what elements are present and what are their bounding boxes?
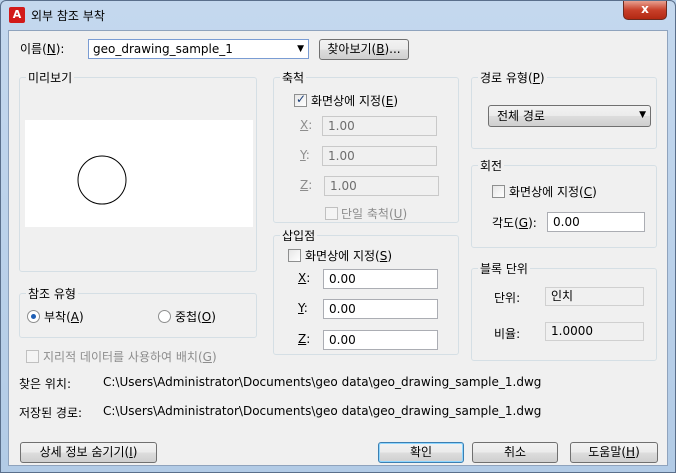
rotation-group: 회전 화면상에 지정(C) 각도(G): 0.00 bbox=[471, 157, 657, 248]
saved-path-label: 저장된 경로: bbox=[19, 406, 83, 420]
insertion-y-label: Y: bbox=[298, 301, 308, 315]
scale-group: 축척 ✓ 화면상에 지정(E) X: 1.00 Y: 1.00 Z: 1.00 … bbox=[273, 69, 459, 223]
rotation-angle-input[interactable]: 0.00 bbox=[547, 212, 645, 232]
scale-y-input[interactable]: 1.00 bbox=[322, 146, 437, 166]
scale-specify-checkbox[interactable]: ✓ bbox=[294, 92, 307, 107]
help-button[interactable]: 도움말(H) bbox=[570, 442, 658, 463]
close-icon: x bbox=[641, 2, 649, 16]
attach-radio[interactable] bbox=[27, 310, 40, 323]
chevron-down-icon: ▼ bbox=[297, 44, 304, 54]
scale-x-input[interactable]: 1.00 bbox=[322, 116, 437, 136]
preview-canvas bbox=[25, 120, 253, 227]
block-unit-title: 블록 단위 bbox=[478, 260, 530, 277]
scale-x-label: X: bbox=[300, 118, 313, 132]
name-dropdown[interactable]: geo_drawing_sample_1 ▼ bbox=[88, 39, 309, 59]
hide-details-button[interactable]: 상세 정보 숨기기(I) bbox=[20, 442, 157, 463]
name-dropdown-value: geo_drawing_sample_1 bbox=[93, 42, 233, 56]
insertion-x-input[interactable]: 0.00 bbox=[323, 269, 438, 289]
autocad-logo-icon: A bbox=[9, 7, 25, 23]
found-in-value: C:\Users\Administrator\Documents\geo dat… bbox=[103, 375, 542, 389]
insertion-specify-checkbox[interactable] bbox=[288, 249, 301, 262]
overlay-radio-label[interactable]: 중첩(O) bbox=[175, 308, 216, 325]
factor-value: 1.0000 bbox=[545, 322, 644, 341]
dialog-window: A 외부 참조 부착 x 이름(N): geo_drawing_sample_1… bbox=[0, 0, 676, 473]
chevron-down-icon: ▼ bbox=[639, 110, 646, 120]
block-unit-group: 블록 단위 단위: 인치 비율: 1.0000 bbox=[471, 260, 657, 361]
geo-data-checkbox[interactable] bbox=[26, 350, 39, 363]
preview-drawing bbox=[77, 155, 127, 205]
path-type-title: 경로 유형(P) bbox=[478, 69, 547, 86]
unit-value: 인치 bbox=[545, 287, 644, 306]
uniform-scale-label[interactable]: 단일 축척(U) bbox=[341, 205, 407, 222]
browse-button[interactable]: 찾아보기(B)... bbox=[319, 39, 409, 60]
insertion-z-input[interactable]: 0.00 bbox=[323, 330, 438, 350]
insertion-specify-label[interactable]: 화면상에 지정(S) bbox=[305, 247, 392, 264]
insertion-x-label: X: bbox=[298, 271, 311, 285]
scale-y-label: Y: bbox=[300, 148, 310, 162]
path-type-dropdown[interactable]: 전체 경로 ▼ bbox=[488, 105, 651, 127]
insertion-point-title: 삽입점 bbox=[280, 227, 318, 244]
geo-data-label[interactable]: 지리적 데이터를 사용하여 배치(G) bbox=[43, 348, 217, 365]
rotation-specify-checkbox[interactable] bbox=[492, 185, 505, 198]
insertion-point-group: 삽입점 화면상에 지정(S) X: 0.00 Y: 0.00 Z: 0.00 bbox=[273, 227, 459, 355]
cancel-button[interactable]: 취소 bbox=[472, 442, 558, 463]
attach-radio-label[interactable]: 부착(A) bbox=[44, 308, 84, 325]
name-label: 이름(N): bbox=[20, 42, 65, 56]
dialog-client: 이름(N): geo_drawing_sample_1 ▼ 찾아보기(B)...… bbox=[8, 30, 668, 466]
scale-z-label: Z: bbox=[300, 178, 313, 192]
found-in-label: 찾은 위치: bbox=[19, 377, 72, 391]
ok-button[interactable]: 확인 bbox=[378, 442, 464, 463]
checkmark-icon: ✓ bbox=[296, 92, 307, 106]
close-button[interactable]: x bbox=[623, 1, 667, 20]
preview-title: 미리보기 bbox=[26, 69, 75, 86]
insertion-z-label: Z: bbox=[298, 332, 311, 346]
uniform-scale-checkbox[interactable] bbox=[325, 207, 338, 220]
insertion-y-input[interactable]: 0.00 bbox=[323, 299, 438, 319]
path-type-value: 전체 경로 bbox=[497, 109, 545, 123]
reference-type-group: 참조 유형 부착(A) 중첩(O) bbox=[19, 285, 257, 338]
saved-path-value: C:\Users\Administrator\Documents\geo dat… bbox=[103, 404, 542, 418]
reference-type-title: 참조 유형 bbox=[26, 285, 78, 302]
scale-z-input[interactable]: 1.00 bbox=[324, 176, 439, 196]
unit-label: 단위: bbox=[494, 291, 521, 305]
path-type-group: 경로 유형(P) 전체 경로 ▼ bbox=[471, 69, 657, 149]
scale-title: 축척 bbox=[280, 69, 307, 86]
rotation-title: 회전 bbox=[478, 157, 505, 174]
window-title: 외부 참조 부착 bbox=[31, 9, 105, 23]
rotation-angle-label: 각도(G): bbox=[492, 216, 537, 230]
overlay-radio[interactable] bbox=[158, 310, 171, 323]
preview-group: 미리보기 bbox=[19, 69, 257, 272]
scale-specify-label[interactable]: 화면상에 지정(E) bbox=[311, 92, 398, 109]
factor-label: 비율: bbox=[494, 327, 521, 341]
title-bar: A 외부 참조 부착 x bbox=[1, 1, 675, 29]
rotation-specify-label[interactable]: 화면상에 지정(C) bbox=[509, 183, 597, 200]
